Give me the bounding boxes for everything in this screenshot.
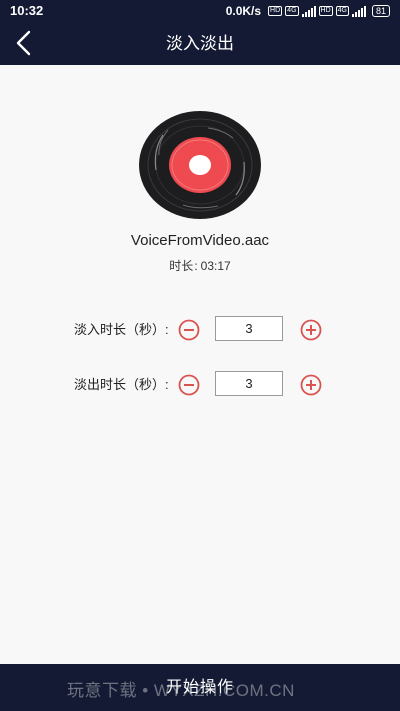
plus-circle-icon [300,374,322,396]
network-type-badge: 4G [285,6,299,16]
start-button-label: 开始操作 [165,679,234,696]
fade-out-duration-input[interactable] [215,371,283,396]
fade-out-row: 淡出时长（秒）: [0,370,400,400]
hd-badge-2: HD [318,6,333,16]
minus-circle-icon [178,319,200,341]
battery-icon: 81 [371,5,390,17]
minus-circle-icon [178,374,200,396]
page-title: 淡入淡出 [166,34,234,53]
status-time: 10:32 [10,3,44,18]
fade-in-label: 淡入时长（秒）: [74,322,169,337]
fade-in-increase-button[interactable] [300,319,322,341]
fade-in-decrease-button[interactable] [178,319,200,341]
duration-separator: : [194,259,198,273]
fade-in-duration-input[interactable] [215,316,283,341]
signal-icon [301,5,316,17]
fade-in-row: 淡入时长（秒）: [0,315,400,345]
duration-label: 时长 [169,259,194,273]
plus-circle-icon [300,319,322,341]
nav-bar: 淡入淡出 [0,22,400,65]
file-duration: 时长: 03:17 [0,257,400,274]
status-bar: 10:32 0.0K/s HD 4G HD 4G 81 [0,0,400,22]
fade-out-label: 淡出时长（秒）: [74,377,169,392]
file-name: VoiceFromVideo.aac [130,232,270,249]
network-type-badge-2: 4G [335,6,349,16]
hd-badge: HD [268,6,283,16]
signal-icon-2 [351,5,366,17]
vinyl-record-icon [139,111,261,219]
duration-value: 03:17 [200,259,231,273]
status-icons: 0.0K/s HD 4G HD 4G 81 [226,0,390,22]
start-button[interactable]: 开始操作 [0,664,400,711]
network-speed: 0.0K/s [225,4,262,18]
fade-out-increase-button[interactable] [300,374,322,396]
fade-out-decrease-button[interactable] [178,374,200,396]
